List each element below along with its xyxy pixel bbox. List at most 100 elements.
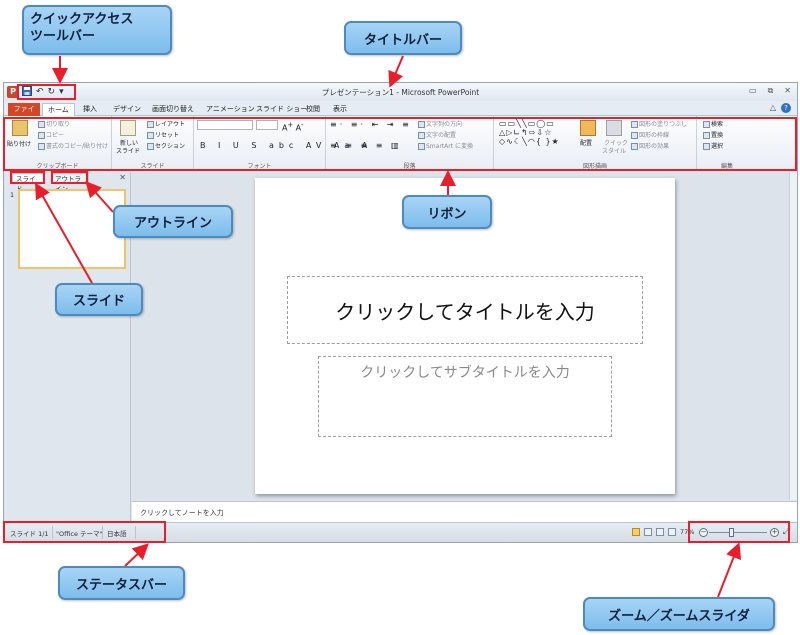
font-size-select[interactable]	[256, 120, 278, 130]
pencil-icon	[631, 132, 638, 139]
zoom-in-icon[interactable]: +	[770, 528, 779, 537]
select-button[interactable]: 選択	[703, 141, 723, 150]
qat-callout: クイックアクセス ツールバー	[22, 5, 172, 55]
slides-group: 新しい スライド レイアウト リセット セクション スライド	[112, 116, 194, 171]
editing-group: 検索 置換 選択 編集	[697, 116, 757, 171]
replace-icon	[703, 132, 710, 139]
reset-icon	[147, 132, 154, 139]
grow-font-icon[interactable]: A+ A-	[282, 121, 303, 133]
find-button[interactable]: 検索	[703, 119, 723, 128]
font-group: A+ A- B I U S abc AV Aa A フォント	[194, 116, 367, 171]
smartart-button[interactable]: SmartArt に変換	[418, 141, 473, 150]
normal-view-icon[interactable]	[632, 528, 640, 536]
slides-callout: スライド	[55, 283, 143, 316]
quick-styles-icon[interactable]	[606, 120, 622, 136]
slide-thumbnail-number: 1	[10, 191, 15, 199]
pane-close-icon[interactable]: ✕	[119, 173, 126, 182]
arrange-icon[interactable]	[580, 120, 596, 136]
section-button[interactable]: セクション	[147, 141, 185, 150]
shape-outline-button[interactable]: 図形の枠線	[631, 130, 669, 139]
copy-icon	[38, 132, 45, 139]
minimize-icon[interactable]: ▭	[749, 86, 757, 96]
title-bar: P ↶ ↻ ▾ プレゼンテーション1 - Microsoft PowerPoin…	[4, 83, 797, 101]
arrange-button[interactable]: 配置	[580, 138, 592, 147]
tab-design[interactable]: デザイン	[108, 103, 146, 116]
section-icon	[147, 143, 154, 150]
shape-fill-button[interactable]: 図形の塗りつぶし	[631, 119, 687, 128]
statusbar-callout: ステータスバー	[58, 566, 185, 600]
zoom-out-icon[interactable]: −	[699, 528, 708, 537]
slide-sorter-view-icon[interactable]	[644, 528, 652, 536]
paragraph-group: ≡· ≡· ⇤ ⇥ ≡ ≡ ≡ ≡ ≡ ▥ 文字列の方向 文字の配置 Smart…	[326, 116, 494, 171]
slideshow-view-icon[interactable]	[668, 528, 676, 536]
font-group-label: フォント	[247, 163, 272, 170]
smartart-icon	[418, 143, 425, 150]
qat-callout-line1: クイックアクセス	[30, 12, 134, 27]
close-icon[interactable]: ✕	[784, 86, 791, 96]
font-name-select[interactable]	[197, 120, 253, 130]
tab-transitions[interactable]: 画面切り替え	[147, 103, 199, 116]
reading-view-icon[interactable]	[656, 528, 664, 536]
format-painter-button[interactable]: 書式のコピー/貼り付け	[38, 141, 108, 150]
binoculars-icon	[703, 121, 710, 128]
subtitle-placeholder[interactable]: クリックしてサブタイトルを入力	[318, 356, 612, 437]
reset-button[interactable]: リセット	[147, 130, 179, 139]
qat-callout-line2: ツールバー	[30, 29, 96, 44]
shape-effects-button[interactable]: 図形の効果	[631, 141, 669, 150]
brush-icon	[38, 143, 45, 150]
shapes-gallery[interactable]: ▭▭╲╲▭◯▭ △▷∟↰⇨⇩☆ ◇∿☾╲◠{ }★	[499, 119, 560, 146]
new-slide-button-line2[interactable]: スライド	[116, 146, 140, 155]
slide-thumbnail[interactable]	[18, 189, 126, 269]
drawing-group-label: 図形描画	[582, 163, 607, 170]
zoom-slider-thumb[interactable]	[729, 528, 734, 537]
list-buttons[interactable]: ≡· ≡· ⇤ ⇥ ≡	[330, 120, 412, 129]
ribbon-tab-bar: ファイル ホーム 挿入 デザイン 画面切り替え アニメーション スライド ショー…	[4, 101, 797, 125]
zoom-level[interactable]: 77%	[680, 528, 694, 536]
help-icon[interactable]: ?	[781, 103, 791, 113]
status-separator	[52, 526, 53, 539]
layout-icon	[147, 121, 154, 128]
replace-button[interactable]: 置換	[703, 130, 723, 139]
align-buttons[interactable]: ≡ ≡ ≡ ≡ ▥	[330, 141, 402, 150]
tab-slides-pane[interactable]: スライド	[12, 173, 44, 193]
title-placeholder[interactable]: クリックしてタイトルを入力	[287, 276, 643, 344]
align-text-icon	[418, 132, 425, 139]
ribbon: 貼り付け 切り取り コピー 書式のコピー/貼り付け クリップボード 新しい スラ…	[4, 116, 797, 171]
slide-count-status: スライド 1/1	[10, 530, 49, 538]
tab-review[interactable]: 校閲	[301, 103, 325, 116]
tab-outline-pane[interactable]: アウトライン	[51, 173, 89, 193]
tab-home[interactable]: ホーム	[42, 103, 75, 116]
tab-file[interactable]: ファイル	[8, 103, 40, 125]
align-text-button[interactable]: 文字の配置	[418, 130, 456, 139]
zoom-callout: ズーム／ズームスライダ	[583, 597, 775, 631]
theme-status[interactable]: "Office テーマ"	[56, 528, 103, 538]
collapse-ribbon-icon[interactable]: △	[770, 103, 776, 113]
language-status[interactable]: 日本語	[107, 528, 127, 538]
clipboard-group-label: クリップボード	[36, 163, 79, 170]
notes-pane[interactable]: クリックしてノートを入力	[132, 501, 797, 522]
tab-view[interactable]: 表示	[328, 103, 352, 116]
vertical-scrollbar[interactable]	[789, 172, 797, 500]
tab-insert[interactable]: 挿入	[78, 103, 102, 116]
text-direction-button[interactable]: 文字列の方向	[418, 119, 462, 128]
slides-outline-pane: スライド アウトライン ✕ 1	[4, 172, 131, 522]
restore-icon[interactable]: ⧉	[768, 86, 774, 96]
text-direction-icon	[418, 121, 425, 128]
ribbon-right-controls: △ ?	[770, 103, 791, 113]
zoom-slider-track[interactable]	[709, 532, 767, 533]
paste-button[interactable]: 貼り付け	[7, 139, 31, 148]
slides-group-label: スライド	[140, 163, 165, 170]
paragraph-group-label: 段落	[403, 163, 416, 170]
paste-icon[interactable]	[12, 120, 28, 136]
cut-button[interactable]: 切り取り	[38, 119, 70, 128]
new-slide-icon[interactable]	[120, 120, 136, 136]
cursor-icon	[703, 143, 710, 150]
status-bar: スライド 1/1 "Office テーマ" 日本語 77% − + ⤢	[4, 522, 797, 542]
layout-button[interactable]: レイアウト	[147, 119, 185, 128]
fit-to-window-icon[interactable]: ⤢	[783, 527, 789, 537]
status-separator	[135, 526, 136, 539]
copy-button[interactable]: コピー	[38, 130, 64, 139]
titlebar-callout: タイトルバー	[344, 21, 462, 55]
window-controls: ▭ ⧉ ✕	[749, 86, 791, 96]
quick-styles-button-line2[interactable]: スタイル	[602, 146, 626, 155]
